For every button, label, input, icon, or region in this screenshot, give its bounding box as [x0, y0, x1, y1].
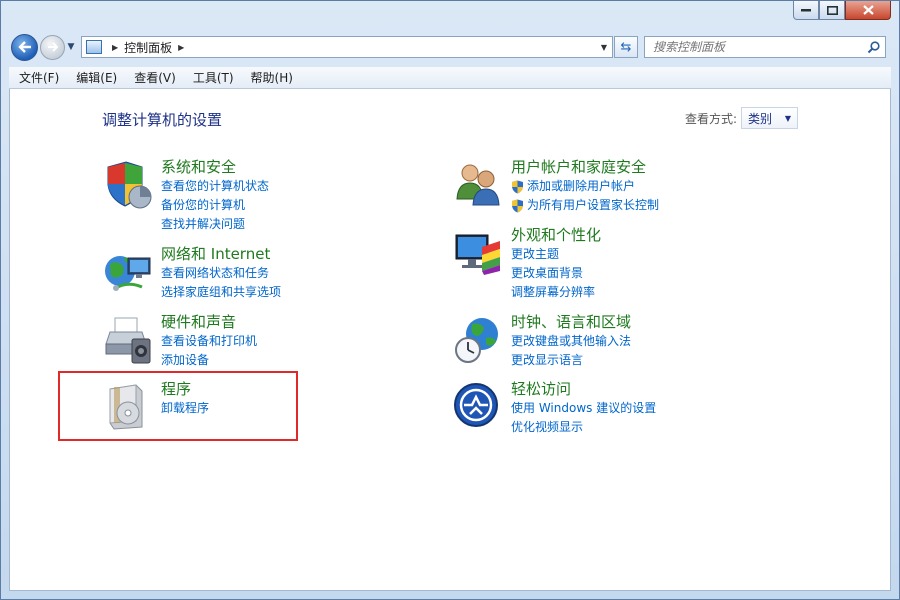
link-label: 添加或删除用户帐户 [527, 179, 636, 193]
printer-speaker-icon[interactable] [102, 314, 154, 366]
page-title: 调整计算机的设置 [102, 111, 223, 129]
highlight-box [58, 371, 298, 441]
link-label: 为所有用户设置家长控制 [527, 198, 660, 212]
link-view-computer-status[interactable]: 查看您的计算机状态 [161, 177, 269, 196]
uac-shield-icon [512, 199, 523, 212]
caption-buttons [793, 1, 891, 20]
search-input[interactable] [651, 39, 865, 55]
refresh-icon: ⇆ [620, 39, 632, 55]
menu-view[interactable]: 查看(V) [124, 69, 183, 86]
back-button[interactable] [11, 33, 38, 61]
category-appearance: 外观和个性化 更改主题 更改桌面背景 调整屏幕分辨率 [452, 225, 601, 302]
menu-edit[interactable]: 编辑(E) [66, 69, 124, 86]
category-title[interactable]: 用户帐户和家庭安全 [511, 157, 659, 177]
breadcrumb-control-panel[interactable]: 控制面板 [124, 39, 172, 56]
search-box[interactable] [644, 36, 886, 58]
category-title[interactable]: 轻松访问 [511, 379, 656, 399]
link-backup-computer[interactable]: 备份您的计算机 [161, 196, 269, 215]
search-icon[interactable] [867, 40, 880, 54]
category-title[interactable]: 系统和安全 [161, 157, 269, 177]
link-parental-controls[interactable]: 为所有用户设置家长控制 [511, 196, 659, 215]
breadcrumb-arrow-icon[interactable]: ▶ [178, 43, 184, 52]
globe-clock-icon[interactable] [452, 314, 504, 366]
menu-help[interactable]: 帮助(H) [241, 69, 300, 86]
menu-bar: 文件(F) 编辑(E) 查看(V) 工具(T) 帮助(H) [9, 67, 891, 89]
link-devices-printers[interactable]: 查看设备和打印机 [161, 332, 257, 351]
category-ease-of-access: 轻松访问 使用 Windows 建议的设置 优化视频显示 [452, 379, 656, 437]
navigation-bar: ▼ ▶ 控制面板 ▶ ▼ ⇆ [11, 32, 891, 62]
category-title[interactable]: 时钟、语言和区域 [511, 312, 631, 332]
link-keyboard-input[interactable]: 更改键盘或其他输入法 [511, 332, 631, 351]
category-title[interactable]: 硬件和声音 [161, 312, 257, 332]
uac-shield-icon [512, 180, 523, 193]
link-display-language[interactable]: 更改显示语言 [511, 351, 631, 370]
menu-file[interactable]: 文件(F) [9, 69, 66, 86]
chevron-down-icon: ▼ [784, 113, 791, 123]
view-by-label: 查看方式: [684, 111, 737, 126]
link-desktop-background[interactable]: 更改桌面背景 [511, 264, 601, 283]
minimize-icon [801, 9, 811, 12]
category-system-security: 系统和安全 查看您的计算机状态 备份您的计算机 查找并解决问题 [102, 157, 269, 234]
link-homegroup-sharing[interactable]: 选择家庭组和共享选项 [161, 283, 281, 302]
category-title[interactable]: 网络和 Internet [161, 244, 281, 264]
address-bar[interactable]: ▶ 控制面板 ▶ ▼ [81, 36, 613, 58]
history-dropdown[interactable]: ▼ [65, 42, 77, 52]
view-by: 查看方式: 类别 ▼ [685, 107, 798, 129]
category-clock-language-region: 时钟、语言和区域 更改键盘或其他输入法 更改显示语言 [452, 312, 631, 370]
minimize-button[interactable] [793, 1, 819, 20]
link-add-remove-accounts[interactable]: 添加或删除用户帐户 [511, 177, 659, 196]
users-icon[interactable] [452, 159, 504, 211]
link-screen-resolution[interactable]: 调整屏幕分辨率 [511, 283, 601, 302]
back-arrow-icon [17, 41, 31, 53]
close-icon [862, 5, 874, 15]
maximize-icon [826, 5, 838, 15]
ease-of-access-icon[interactable] [452, 381, 504, 433]
address-dropdown-icon[interactable]: ▼ [596, 43, 612, 52]
network-globe-icon[interactable] [102, 246, 154, 298]
menu-tools[interactable]: 工具(T) [183, 69, 241, 86]
link-troubleshoot[interactable]: 查找并解决问题 [161, 215, 269, 234]
forward-arrow-icon [47, 42, 58, 52]
category-network-internet: 网络和 Internet 查看网络状态和任务 选择家庭组和共享选项 [102, 244, 281, 302]
view-by-dropdown[interactable]: 类别 ▼ [741, 107, 798, 129]
link-windows-recommended-settings[interactable]: 使用 Windows 建议的设置 [511, 399, 656, 418]
category-hardware-sound: 硬件和声音 查看设备和打印机 添加设备 [102, 312, 257, 370]
link-add-device[interactable]: 添加设备 [161, 351, 257, 370]
control-panel-icon [86, 40, 102, 54]
content-pane: 调整计算机的设置 查看方式: 类别 ▼ 系统和安全 查看您的计算机状态 备份您的… [9, 89, 891, 591]
refresh-button[interactable]: ⇆ [614, 36, 638, 58]
monitor-palette-icon[interactable] [452, 227, 504, 279]
category-title[interactable]: 外观和个性化 [511, 225, 601, 245]
link-change-theme[interactable]: 更改主题 [511, 245, 601, 264]
shield-pie-icon[interactable] [102, 159, 154, 211]
view-by-value: 类别 [748, 111, 773, 126]
forward-button[interactable] [40, 34, 65, 60]
maximize-button[interactable] [819, 1, 845, 20]
close-button[interactable] [845, 1, 891, 20]
link-optimize-video-display[interactable]: 优化视频显示 [511, 418, 656, 437]
control-panel-window: ▼ ▶ 控制面板 ▶ ▼ ⇆ 文件(F) 编辑(E) 查看(V) 工具(T) 帮… [0, 0, 900, 600]
link-network-status[interactable]: 查看网络状态和任务 [161, 264, 281, 283]
breadcrumb-arrow-icon[interactable]: ▶ [112, 43, 118, 52]
category-user-accounts: 用户帐户和家庭安全 添加或删除用户帐户 为所有用户设置家长控制 [452, 157, 659, 215]
